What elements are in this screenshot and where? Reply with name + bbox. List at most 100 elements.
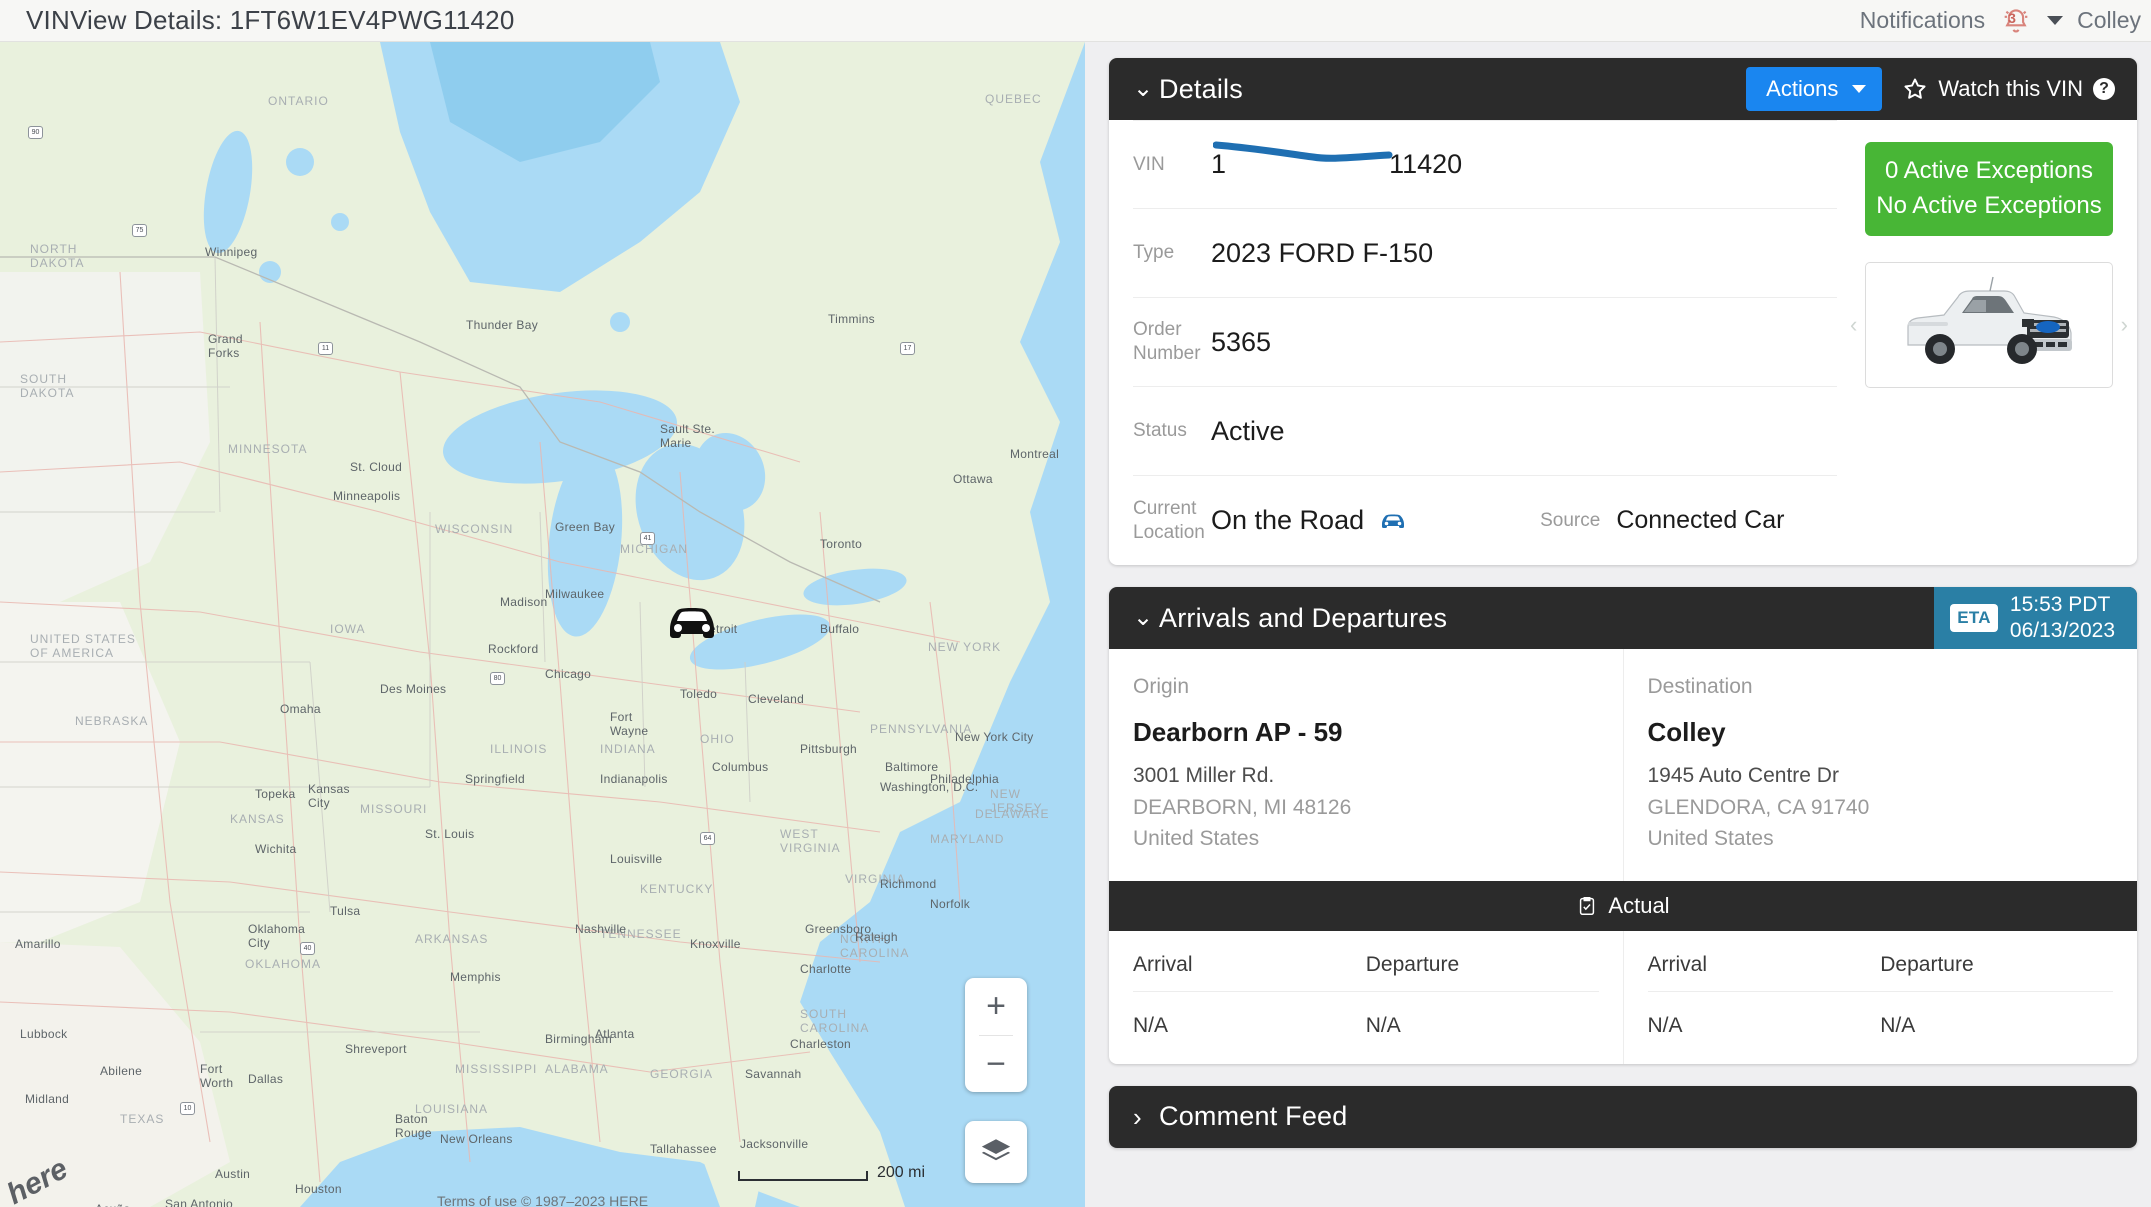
type-label: Type bbox=[1133, 242, 1175, 264]
map-label: Washington, D.C. bbox=[880, 780, 979, 794]
top-header-bar: VINView Details: 1FT6W1EV4PWG11420 Notif… bbox=[0, 0, 2151, 42]
map-label: Midland bbox=[25, 1092, 70, 1106]
map-label: Louisville bbox=[610, 852, 663, 866]
map-label: NORTH DAKOTA bbox=[30, 242, 85, 270]
map-label: Cleveland bbox=[748, 692, 805, 706]
field-row-order-number: Order Number 5365 bbox=[1133, 298, 1837, 387]
origin-column: Origin Dearborn AP - 59 3001 Miller Rd. … bbox=[1109, 649, 1624, 881]
page-title: VINView Details: 1FT6W1EV4PWG11420 bbox=[26, 5, 515, 35]
user-menu-label[interactable]: Colley bbox=[2077, 7, 2141, 34]
map-label: Charlotte bbox=[800, 962, 852, 976]
map-label: Tulsa bbox=[330, 904, 361, 918]
order-number-label: Order Number bbox=[1133, 319, 1201, 364]
comment-feed-header[interactable]: › Comment Feed bbox=[1109, 1085, 2137, 1148]
map-label: Sault Ste. Marie bbox=[660, 422, 716, 450]
right-detail-column: ⌄ Details Actions Watch this VIN ? VIN 1… bbox=[1085, 42, 2151, 1207]
origin-destination-body: Origin Dearborn AP - 59 3001 Miller Rd. … bbox=[1109, 649, 2137, 881]
map-label: Topeka bbox=[255, 787, 296, 801]
zoom-out-button[interactable]: − bbox=[965, 1036, 1027, 1093]
eta-time: 15:53 PDT bbox=[2009, 592, 2111, 616]
map-label: Green Bay bbox=[555, 520, 616, 534]
actions-button[interactable]: Actions bbox=[1746, 67, 1883, 111]
header-right-group: Notifications 3 Colley bbox=[1860, 4, 2145, 38]
exceptions-text: No Active Exceptions bbox=[1876, 192, 2102, 219]
star-icon bbox=[1904, 78, 1926, 99]
arrivals-card-header[interactable]: ⌄ Arrivals and Departures ETA 15:53 PDT … bbox=[1109, 587, 2137, 649]
vehicle-image-carousel[interactable]: ‹ › bbox=[1850, 261, 2128, 388]
map-geometry bbox=[0, 42, 1085, 1207]
eta-date: 06/13/2023 bbox=[2009, 619, 2115, 642]
chevron-down-icon[interactable]: ⌄ bbox=[1133, 606, 1159, 630]
details-card-header[interactable]: ⌄ Details Actions Watch this VIN ? bbox=[1109, 58, 2137, 120]
map-label: Charleston bbox=[790, 1037, 852, 1051]
help-icon[interactable]: ? bbox=[2093, 78, 2115, 100]
eta-badge: ETA 15:53 PDT 06/13/2023 bbox=[1934, 587, 2137, 649]
highway-shield-icon: 90 bbox=[28, 126, 43, 139]
map-label: SOUTH DAKOTA bbox=[20, 372, 75, 400]
map-panel[interactable]: 90 75 11 17 41 80 64 40 10 ONTARIO QUEBEC… bbox=[0, 42, 1085, 1207]
destination-times-half: Arrival N/A Departure N/A bbox=[1624, 931, 2138, 1064]
map-label: Norfolk bbox=[930, 897, 971, 911]
order-number-value: 5365 bbox=[1211, 326, 1272, 357]
map-layers-button[interactable] bbox=[965, 1121, 1027, 1183]
map-label: Ottawa bbox=[953, 472, 993, 486]
map-label: SOUTH CAROLINA bbox=[800, 1007, 870, 1035]
map-label: Fort Worth bbox=[200, 1062, 234, 1090]
destination-departure-cell: Departure N/A bbox=[1880, 953, 2113, 1038]
field-row-vin: VIN 1 11420 bbox=[1133, 120, 1837, 209]
map-label: Des Moines bbox=[380, 682, 447, 696]
map-zoom-controls[interactable]: + − bbox=[965, 978, 1027, 1092]
map-label: Omaha bbox=[280, 702, 321, 716]
map-canvas[interactable]: 90 75 11 17 41 80 64 40 10 ONTARIO QUEBEC… bbox=[0, 42, 1085, 1207]
map-label: Savannah bbox=[745, 1067, 802, 1081]
origin-times-half: Arrival N/A Departure N/A bbox=[1109, 930, 1624, 1064]
comment-feed-card: › Comment Feed bbox=[1109, 1085, 2137, 1148]
map-label: DELAWARE bbox=[975, 807, 1050, 821]
highway-shield-icon: 64 bbox=[700, 832, 715, 845]
exceptions-count: 0 Active Exceptions bbox=[1884, 157, 2094, 184]
map-label: Milwaukee bbox=[545, 587, 605, 601]
vehicle-image bbox=[1907, 276, 2072, 364]
carousel-next-icon[interactable]: › bbox=[2121, 312, 2128, 338]
origin-arrival-header: Arrival bbox=[1133, 953, 1366, 992]
map-label: Houston bbox=[295, 1182, 342, 1196]
notification-bell-icon[interactable]: 3 bbox=[1999, 4, 2033, 38]
destination-departure-value: N/A bbox=[1880, 1013, 1916, 1037]
vin-redaction-scribble bbox=[1213, 141, 1393, 162]
origin-departure-header: Departure bbox=[1365, 953, 1599, 992]
vehicle-car-marker-icon[interactable] bbox=[662, 599, 722, 645]
highway-shield-icon: 11 bbox=[318, 342, 333, 355]
watch-this-vin-button[interactable]: Watch this VIN ? bbox=[1902, 76, 2115, 102]
map-attribution: Terms of use © 1987–2023 HERE bbox=[436, 1193, 649, 1207]
map-label: Thunder Bay bbox=[466, 318, 539, 332]
map-label: Amarillo bbox=[15, 937, 61, 951]
map-label: Timmins bbox=[828, 312, 875, 326]
details-body: VIN 1 11420 Type 2023 FORD F-150 Order N… bbox=[1109, 120, 2137, 565]
field-row-current-location: Current Location On the Road Source Conn… bbox=[1133, 476, 1837, 565]
status-value: Active bbox=[1211, 415, 1285, 446]
zoom-in-button[interactable]: + bbox=[965, 978, 1027, 1035]
map-label: Memphis bbox=[450, 970, 501, 984]
source-label: Source bbox=[1540, 509, 1601, 531]
exceptions-status-badge[interactable]: 0 Active Exceptions No Active Exceptions bbox=[1865, 142, 2113, 236]
chevron-right-icon[interactable]: › bbox=[1133, 1104, 1159, 1130]
map-label: Wichita bbox=[255, 842, 297, 856]
type-value: 2023 FORD F-150 bbox=[1211, 237, 1434, 268]
map-label: San Antonio bbox=[165, 1197, 234, 1207]
origin-arrival-cell: Arrival N/A bbox=[1133, 953, 1366, 1038]
map-label: WISCONSIN bbox=[435, 522, 514, 536]
vin-value-wrapper: 1 11420 bbox=[1211, 141, 1463, 180]
carousel-prev-icon[interactable]: ‹ bbox=[1850, 312, 1857, 338]
highway-shield-icon: 10 bbox=[180, 1102, 195, 1115]
map-label: Tallahassee bbox=[650, 1142, 717, 1156]
notifications-label[interactable]: Notifications bbox=[1860, 7, 1985, 34]
vin-value-suffix: 11420 bbox=[1389, 149, 1463, 179]
map-label: Winnipeg bbox=[205, 245, 258, 259]
map-label: Nashville bbox=[575, 922, 627, 936]
map-label: Springfield bbox=[465, 772, 526, 786]
chevron-down-icon[interactable]: ⌄ bbox=[1133, 77, 1159, 101]
map-label: Lubbock bbox=[20, 1027, 68, 1041]
scale-bar-label: 200 mi bbox=[876, 1164, 925, 1181]
chevron-down-icon[interactable] bbox=[2047, 16, 2064, 25]
destination-arrival-cell: Arrival N/A bbox=[1647, 953, 1881, 1038]
